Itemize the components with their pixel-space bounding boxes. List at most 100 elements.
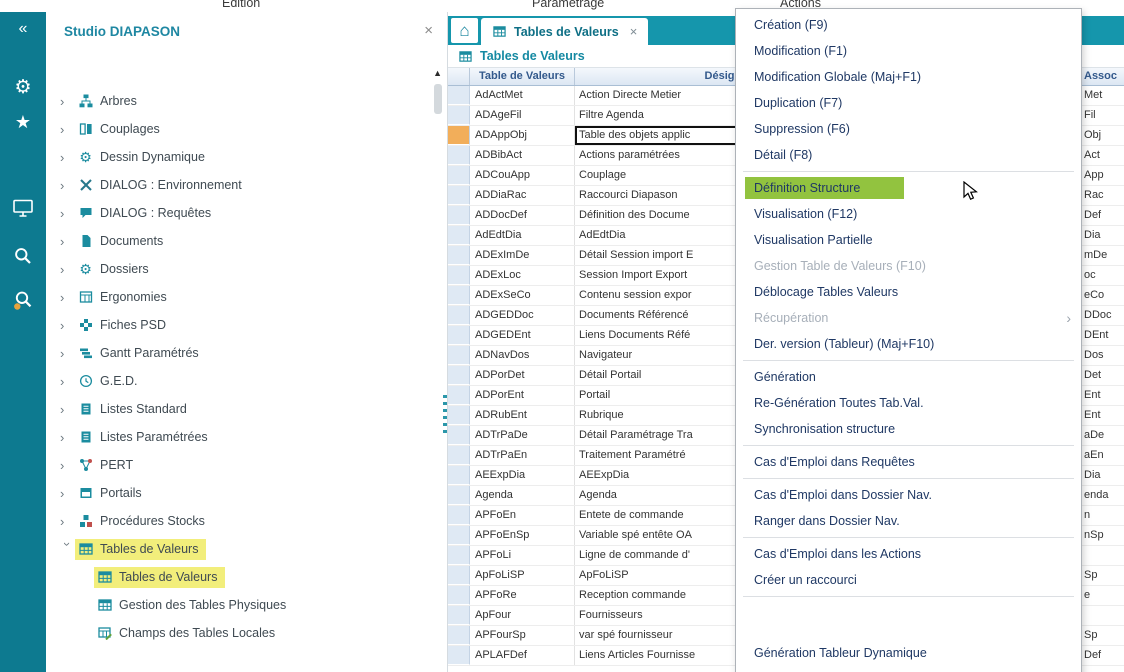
row-selector[interactable] xyxy=(448,246,470,265)
menu-parametrage[interactable]: Paramétrage xyxy=(532,0,604,10)
cell-table-name[interactable]: ADExLoc xyxy=(470,266,575,285)
chevron-right-icon[interactable]: › xyxy=(60,262,75,277)
chevron-right-icon[interactable]: › xyxy=(60,178,75,193)
menu-item-creation[interactable]: Création (F9) xyxy=(736,12,1081,38)
cell-table-name[interactable]: APFoRe xyxy=(470,586,575,605)
row-selector[interactable] xyxy=(448,126,470,145)
sidebar-item-listes-parametrees[interactable]: › Listes Paramétrées xyxy=(46,423,431,451)
menu-item-cas-emploi-dossier-nav[interactable]: Cas d'Emploi dans Dossier Nav. xyxy=(736,482,1081,508)
row-selector[interactable] xyxy=(448,86,470,105)
sidebar-item-gestion-tables-physiques[interactable]: Gestion des Tables Physiques xyxy=(46,591,431,619)
menu-item-suppression[interactable]: Suppression (F6) xyxy=(736,116,1081,142)
chevron-right-icon[interactable]: › xyxy=(60,430,75,445)
cell-table-name[interactable]: ADDiaRac xyxy=(470,186,575,205)
sidebar-item-pert[interactable]: › PERT xyxy=(46,451,431,479)
chevron-right-icon[interactable]: › xyxy=(60,374,75,389)
row-selector[interactable] xyxy=(448,166,470,185)
cell-table-name[interactable]: ApFoLiSP xyxy=(470,566,575,585)
menu-item-ranger-dossier-nav[interactable]: Ranger dans Dossier Nav. xyxy=(736,508,1081,534)
menu-item-creer-raccourci[interactable]: Créer un raccourci xyxy=(736,567,1081,593)
cell-table-name[interactable]: ADDocDef xyxy=(470,206,575,225)
chevron-right-icon[interactable]: › xyxy=(60,122,75,137)
row-selector[interactable] xyxy=(448,606,470,625)
tab-tables-de-valeurs[interactable]: Tables de Valeurs × xyxy=(481,18,648,45)
cell-table-name[interactable]: AdEdtDia xyxy=(470,226,575,245)
menu-item-modification[interactable]: Modification (F1) xyxy=(736,38,1081,64)
cell-table-name[interactable]: ADCouApp xyxy=(470,166,575,185)
sidebar-item-arbres[interactable]: › Arbres xyxy=(46,87,431,115)
row-selector[interactable] xyxy=(448,286,470,305)
menu-item-der-version-tableur[interactable]: Der. version (Tableur) (Maj+F10) xyxy=(736,331,1081,357)
cell-table-name[interactable]: APFourSp xyxy=(470,626,575,645)
chevron-right-icon[interactable]: › xyxy=(60,458,75,473)
row-selector[interactable] xyxy=(448,446,470,465)
chevron-right-icon[interactable]: › xyxy=(60,234,75,249)
row-selector[interactable] xyxy=(448,626,470,645)
cell-table-name[interactable]: ADPorEnt xyxy=(470,386,575,405)
tab-close-icon[interactable]: × xyxy=(630,24,638,39)
cell-table-name[interactable]: AEExpDia xyxy=(470,466,575,485)
chevron-right-icon[interactable]: › xyxy=(60,486,75,501)
row-selector[interactable] xyxy=(448,526,470,545)
menu-item-cas-emploi-requetes[interactable]: Cas d'Emploi dans Requêtes xyxy=(736,449,1081,475)
row-selector[interactable] xyxy=(448,426,470,445)
menu-item-definition-structure[interactable]: Définition Structure xyxy=(736,175,1081,201)
row-selector[interactable] xyxy=(448,326,470,345)
sidebar-item-listes-standard[interactable]: › Listes Standard xyxy=(46,395,431,423)
search-icon[interactable] xyxy=(0,246,46,266)
row-selector[interactable] xyxy=(448,146,470,165)
chevron-right-icon[interactable]: › xyxy=(60,206,75,221)
sidebar-item-gantt-parametres[interactable]: › Gantt Paramétrés xyxy=(46,339,431,367)
sidebar-item-portails[interactable]: › Portails xyxy=(46,479,431,507)
monitor-icon[interactable] xyxy=(0,198,46,218)
cell-table-name[interactable]: ADExSeCo xyxy=(470,286,575,305)
chevron-right-icon[interactable]: › xyxy=(60,150,75,165)
sidebar-item-dessin-dynamique[interactable]: › ⚙Dessin Dynamique xyxy=(46,143,431,171)
sidebar-item-fiches-psd[interactable]: › Fiches PSD xyxy=(46,311,431,339)
sidebar-item-champs-tables-locales[interactable]: Champs des Tables Locales xyxy=(46,619,431,647)
gear-icon[interactable]: ⚙ xyxy=(0,76,46,99)
row-selector[interactable] xyxy=(448,226,470,245)
chevron-right-icon[interactable]: › xyxy=(60,514,75,529)
row-selector[interactable] xyxy=(448,406,470,425)
cell-table-name[interactable]: ADExImDe xyxy=(470,246,575,265)
menu-item-deblocage-tables-valeurs[interactable]: Déblocage Tables Valeurs xyxy=(736,279,1081,305)
sidebar-item-ergonomies[interactable]: › Ergonomies xyxy=(46,283,431,311)
cell-table-name[interactable]: APFoEn xyxy=(470,506,575,525)
menu-item-synchronisation-structure[interactable]: Synchronisation structure xyxy=(736,416,1081,442)
row-selector[interactable] xyxy=(448,346,470,365)
row-selector[interactable] xyxy=(448,306,470,325)
cell-table-name[interactable]: ADTrPaDe xyxy=(470,426,575,445)
sidebar-item-dialog-requetes[interactable]: › DIALOG : Requêtes xyxy=(46,199,431,227)
row-selector[interactable] xyxy=(448,266,470,285)
row-selector[interactable] xyxy=(448,206,470,225)
data-search-icon[interactable] xyxy=(0,290,46,311)
home-icon[interactable]: ⌂ xyxy=(451,18,478,43)
row-selector[interactable] xyxy=(448,466,470,485)
row-selector[interactable] xyxy=(448,366,470,385)
cell-table-name[interactable]: ADPorDet xyxy=(470,366,575,385)
cell-table-name[interactable]: Agenda xyxy=(470,486,575,505)
sidebar-item-procedures-stocks[interactable]: › Procédures Stocks xyxy=(46,507,431,535)
menu-edition[interactable]: Edition xyxy=(222,0,260,10)
sidebar-item-tables-de-valeurs-child[interactable]: Tables de Valeurs xyxy=(46,563,431,591)
cell-table-name[interactable]: ADTrPaEn xyxy=(470,446,575,465)
close-icon[interactable]: × xyxy=(424,22,433,39)
scroll-up-icon[interactable]: ▲ xyxy=(433,68,442,78)
header-table-de-valeurs[interactable]: Table de Valeurs xyxy=(470,68,575,85)
row-selector[interactable] xyxy=(448,506,470,525)
row-selector[interactable] xyxy=(448,106,470,125)
row-selector[interactable] xyxy=(448,586,470,605)
menu-item-generation[interactable]: Génération xyxy=(736,364,1081,390)
cell-table-name[interactable]: ADGEDDoc xyxy=(470,306,575,325)
menu-item-cas-emploi-actions[interactable]: Cas d'Emploi dans les Actions xyxy=(736,541,1081,567)
cell-table-name[interactable]: ADNavDos xyxy=(470,346,575,365)
sidebar-item-couplages[interactable]: › Couplages xyxy=(46,115,431,143)
row-selector[interactable] xyxy=(448,646,470,665)
menu-item-duplication[interactable]: Duplication (F7) xyxy=(736,90,1081,116)
row-selector[interactable] xyxy=(448,546,470,565)
chevron-right-icon[interactable]: › xyxy=(60,290,75,305)
sidebar-item-tables-de-valeurs[interactable]: › Tables de Valeurs xyxy=(46,535,431,563)
chevron-right-icon[interactable]: › xyxy=(60,346,75,361)
cell-table-name[interactable]: APFoLi xyxy=(470,546,575,565)
